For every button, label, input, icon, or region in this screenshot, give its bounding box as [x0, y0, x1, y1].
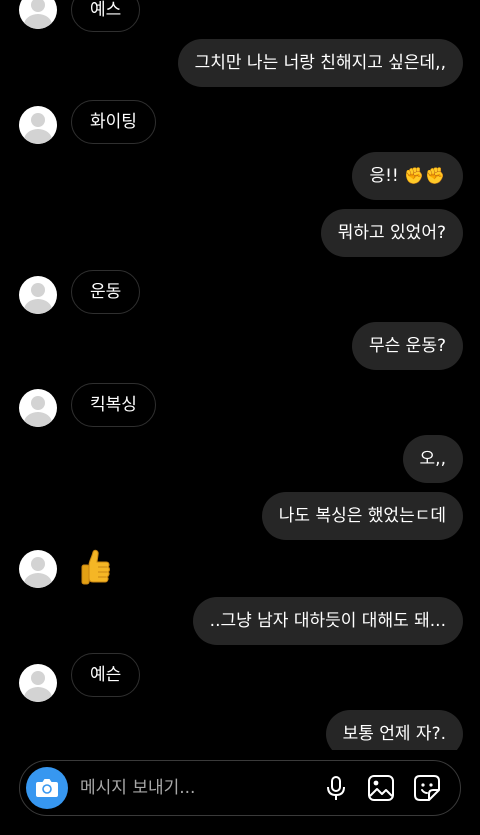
incoming-message-bubble[interactable]: 운동: [71, 270, 141, 314]
camera-icon: [36, 779, 58, 797]
message-input[interactable]: 메시지 보내기...: [80, 761, 195, 815]
message-text: 보통 언제 자?.: [342, 724, 446, 744]
outgoing-message-bubble[interactable]: 응!! ✊✊: [352, 152, 463, 200]
sticker-button[interactable]: [413, 774, 441, 802]
outgoing-message-bubble[interactable]: 뭐하고 있었어?: [320, 209, 463, 257]
message-composer[interactable]: 메시지 보내기...: [19, 760, 461, 816]
avatar[interactable]: [19, 0, 57, 29]
message-text: 응!!: [369, 166, 399, 186]
outgoing-message-bubble[interactable]: 그치만 나는 너랑 친해지고 싶은데,,: [177, 39, 463, 87]
avatar[interactable]: [19, 276, 57, 314]
message-text: 뭐하고 있었어?: [337, 223, 446, 243]
outgoing-message-bubble[interactable]: 오,,: [402, 435, 463, 483]
message-text: ..그냥 남자 대하듯이 대해도 돼...: [209, 611, 446, 631]
camera-button[interactable]: [26, 767, 68, 809]
incoming-message-bubble[interactable]: 킥복싱: [71, 383, 156, 427]
incoming-message-bubble[interactable]: 예스: [71, 0, 141, 32]
message-text: 나도 복싱은 했었는ㄷ데: [278, 506, 446, 526]
microphone-button[interactable]: [322, 774, 350, 802]
message-text: 운동: [90, 282, 122, 302]
message-thread[interactable]: 예스 그치만 나는 너랑 친해지고 싶은데,, 화이팅 응!! ✊✊ 뭐하고 있…: [0, 0, 480, 750]
outgoing-message-bubble[interactable]: 보통 언제 자?.: [325, 710, 463, 750]
outgoing-message-bubble[interactable]: ..그냥 남자 대하듯이 대해도 돼...: [192, 597, 463, 645]
message-text: 킥복싱: [90, 395, 137, 415]
fist-emoji: ✊✊: [404, 166, 446, 185]
message-text: 예스: [90, 0, 122, 20]
outgoing-message-bubble[interactable]: 무슨 운동?: [352, 322, 463, 370]
incoming-message-bubble[interactable]: 예슨: [71, 653, 141, 697]
thumbs-up-emoji[interactable]: [80, 549, 112, 589]
message-text: 그치만 나는 너랑 친해지고 싶은데,,: [194, 53, 446, 73]
message-text: 예슨: [90, 665, 122, 685]
outgoing-message-bubble[interactable]: 나도 복싱은 했었는ㄷ데: [261, 492, 463, 540]
avatar[interactable]: [19, 389, 57, 427]
microphone-icon: [327, 776, 345, 800]
message-text: 화이팅: [90, 112, 137, 132]
sticker-icon: [414, 775, 440, 801]
incoming-message-bubble[interactable]: 화이팅: [71, 100, 156, 144]
message-text: 오,,: [419, 449, 446, 469]
avatar[interactable]: [19, 664, 57, 702]
message-text: 무슨 운동?: [369, 336, 446, 356]
avatar[interactable]: [19, 550, 57, 588]
gallery-button[interactable]: [367, 774, 395, 802]
gallery-icon: [368, 775, 394, 801]
avatar[interactable]: [19, 106, 57, 144]
